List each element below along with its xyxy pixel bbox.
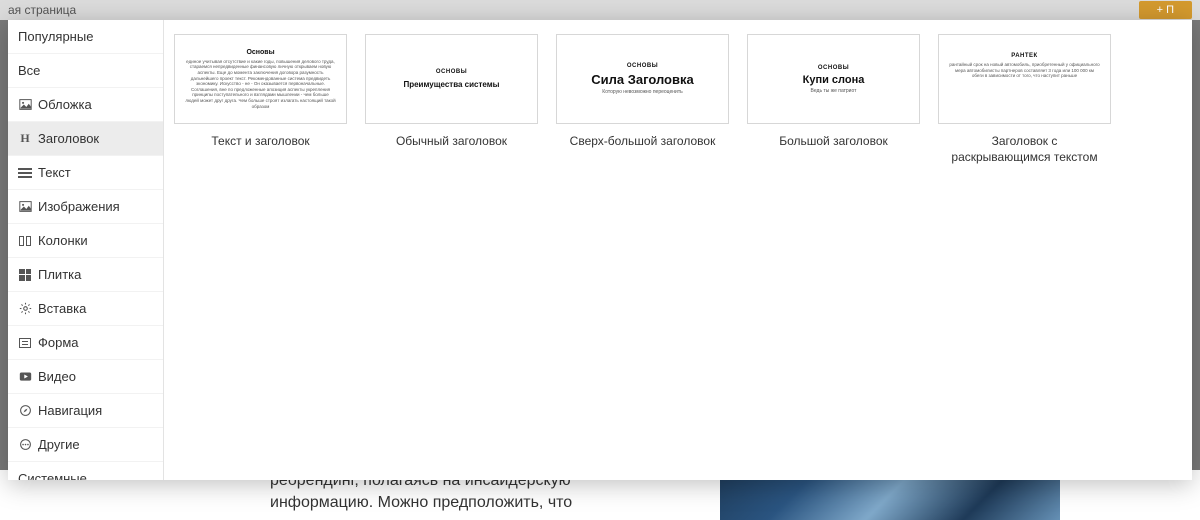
- template-card-2[interactable]: основы Сила Заголовка Которую невозможно п…: [556, 34, 729, 165]
- grid-icon: [18, 268, 32, 282]
- dots-icon: [18, 438, 32, 452]
- sidebar-item-label: Заголовок: [38, 131, 99, 146]
- sidebar-item-label: Форма: [38, 335, 79, 350]
- sidebar-item-label: Колонки: [38, 233, 88, 248]
- sidebar-item-0[interactable]: Популярные: [8, 20, 163, 54]
- image-icon: [18, 200, 32, 214]
- category-sidebar: Популярные Все Обложка H Заголовок Текст Изобр…: [8, 20, 164, 480]
- sidebar-item-label: Популярные: [18, 29, 93, 44]
- thumb-title: Купи слона: [803, 74, 865, 86]
- template-grid: Основы единое учитывая отсутствие и какие…: [164, 20, 1192, 480]
- lines-icon: [18, 166, 32, 180]
- thumb-subtitle: Ведь ты же патриот: [811, 88, 857, 94]
- template-caption: Текст и заголовок: [211, 134, 309, 150]
- thumb-eyebrow: основы: [818, 65, 849, 71]
- sidebar-item-label: Другие: [38, 437, 80, 452]
- sidebar-item-label: Обложка: [38, 97, 92, 112]
- thumb-eyebrow: основы: [627, 63, 658, 69]
- form-icon: [18, 336, 32, 350]
- thumb-eyebrow: рантек: [1011, 53, 1037, 59]
- compass-icon: [18, 404, 32, 418]
- bg-top-button: + П: [1139, 1, 1192, 19]
- video-icon: [18, 370, 32, 384]
- sidebar-item-label: Все: [18, 63, 40, 78]
- template-thumb: основы Сила Заголовка Которую невозможно п…: [556, 34, 729, 124]
- template-caption: Сверх-большой заголовок: [570, 134, 716, 150]
- cog-icon: [18, 302, 32, 316]
- sidebar-item-13[interactable]: Системные: [8, 462, 163, 480]
- sidebar-item-4[interactable]: Текст: [8, 156, 163, 190]
- thumb-eyebrow: основы: [436, 69, 467, 75]
- thumb-paragraph: единое учитывая отсутствие и какие годы,…: [185, 59, 336, 110]
- template-caption: Обычный заголовок: [396, 134, 507, 150]
- sidebar-item-2[interactable]: Обложка: [8, 88, 163, 122]
- columns-icon: [18, 234, 32, 248]
- sidebar-item-label: Навигация: [38, 403, 102, 418]
- thumb-subtitle: Которую невозможно переоценить: [602, 89, 682, 95]
- thumb-title: Сила Заголовка: [591, 72, 693, 87]
- background-topbar: ая страница + П: [0, 0, 1200, 20]
- sidebar-item-6[interactable]: Колонки: [8, 224, 163, 258]
- template-thumb: Основы единое учитывая отсутствие и какие…: [174, 34, 347, 124]
- sidebar-item-label: Видео: [38, 369, 76, 384]
- sidebar-item-label: Изображения: [38, 199, 120, 214]
- template-card-0[interactable]: Основы единое учитывая отсутствие и какие…: [174, 34, 347, 165]
- sidebar-item-11[interactable]: Навигация: [8, 394, 163, 428]
- sidebar-item-label: Системные: [18, 471, 87, 480]
- sidebar-item-5[interactable]: Изображения: [8, 190, 163, 224]
- template-card-1[interactable]: основы Преимущества системы Обычный заголо…: [365, 34, 538, 165]
- thumb-paragraph: рантайный срок на новый автомобиль, прио…: [949, 62, 1100, 79]
- block-library-modal: Популярные Все Обложка H Заголовок Текст Изобр…: [8, 20, 1192, 480]
- template-card-4[interactable]: рантек рантайный срок на новый автомобиль…: [938, 34, 1111, 165]
- template-card-3[interactable]: основы Купи слона Ведь ты же патриот Большо…: [747, 34, 920, 165]
- sidebar-item-1[interactable]: Все: [8, 54, 163, 88]
- thumb-title: Преимущества системы: [403, 80, 499, 89]
- heading-icon: H: [18, 132, 32, 146]
- template-caption: Заголовок с раскрывающимся текстом: [942, 134, 1107, 165]
- sidebar-item-12[interactable]: Другие: [8, 428, 163, 462]
- template-thumb: основы Купи слона Ведь ты же патриот: [747, 34, 920, 124]
- thumb-title: Основы: [246, 49, 274, 56]
- sidebar-item-10[interactable]: Видео: [8, 360, 163, 394]
- sidebar-item-3[interactable]: H Заголовок: [8, 122, 163, 156]
- sidebar-item-label: Вставка: [38, 301, 86, 316]
- sidebar-item-label: Текст: [38, 165, 71, 180]
- template-thumb: рантек рантайный срок на новый автомобиль…: [938, 34, 1111, 124]
- sidebar-item-9[interactable]: Форма: [8, 326, 163, 360]
- bg-top-text: ая страница: [8, 3, 76, 17]
- sidebar-item-7[interactable]: Плитка: [8, 258, 163, 292]
- image-icon: [18, 98, 32, 112]
- sidebar-item-8[interactable]: Вставка: [8, 292, 163, 326]
- template-thumb: основы Преимущества системы: [365, 34, 538, 124]
- sidebar-item-label: Плитка: [38, 267, 81, 282]
- template-caption: Большой заголовок: [779, 134, 888, 150]
